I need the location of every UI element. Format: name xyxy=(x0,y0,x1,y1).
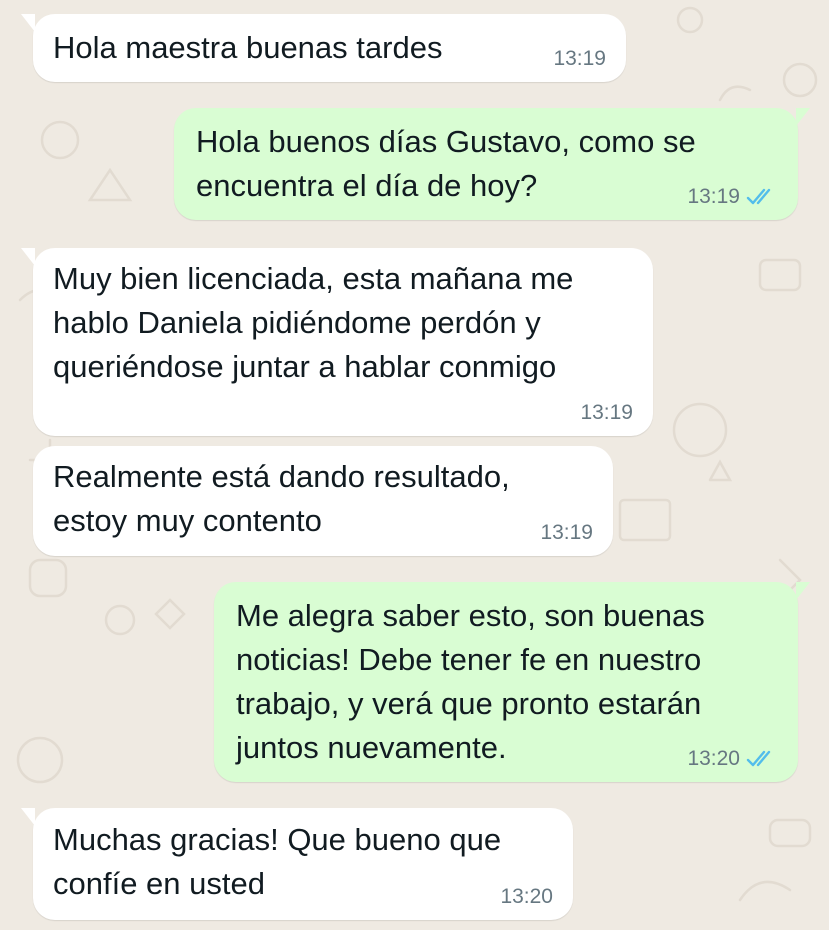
bubble-tail xyxy=(796,108,810,126)
message-bubble-outgoing[interactable]: Hola buenos días Gustavo, como se encuen… xyxy=(174,108,810,220)
message-meta: 13:19 xyxy=(580,401,633,425)
message-bubble-outgoing[interactable]: Me alegra saber esto, son buenas noticia… xyxy=(214,582,810,782)
bubble-tail xyxy=(796,582,810,600)
message-timestamp: 13:19 xyxy=(540,521,593,544)
message-meta: 13:20 xyxy=(500,885,553,909)
message-text: Hola buenos días Gustavo, como se encuen… xyxy=(196,124,696,203)
message-timestamp: 13:20 xyxy=(687,747,740,770)
message-timestamp: 13:19 xyxy=(687,185,740,208)
message-meta: 13:19 xyxy=(687,185,776,209)
bubble-tail xyxy=(21,808,35,826)
double-check-icon xyxy=(746,188,771,205)
message-timestamp: 13:19 xyxy=(580,401,633,424)
message-bubble-incoming[interactable]: Muchas gracias! Que bueno que confíe en … xyxy=(21,808,573,920)
message-text: Muchas gracias! Que bueno que confíe en … xyxy=(53,822,502,901)
message-bubble-incoming[interactable]: Realmente está dando resultado, estoy mu… xyxy=(33,446,613,556)
message-bubble-incoming[interactable]: Hola maestra buenas tardes 13:19 xyxy=(21,14,626,82)
message-bubble-incoming[interactable]: Muy bien licenciada, esta mañana me habl… xyxy=(21,248,653,436)
message-text: Hola maestra buenas tardes xyxy=(53,30,443,65)
message-meta: 13:20 xyxy=(687,747,776,771)
bubble-tail xyxy=(21,248,35,266)
message-meta: 13:19 xyxy=(553,47,606,71)
message-text: Realmente está dando resultado, estoy mu… xyxy=(53,459,510,538)
message-meta: 13:19 xyxy=(540,521,593,545)
message-timestamp: 13:20 xyxy=(500,885,553,908)
bubble-tail xyxy=(21,14,35,32)
message-text: Me alegra saber esto, son buenas noticia… xyxy=(236,598,705,765)
double-check-icon xyxy=(746,750,771,767)
message-timestamp: 13:19 xyxy=(553,47,606,70)
message-text: Muy bien licenciada, esta mañana me habl… xyxy=(53,261,574,384)
